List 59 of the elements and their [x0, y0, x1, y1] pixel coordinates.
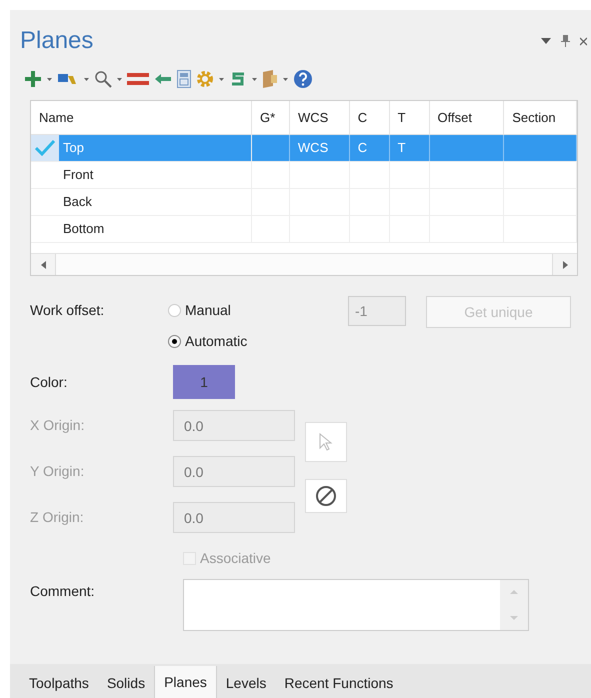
pin-icon[interactable]: [561, 35, 570, 47]
comment-field[interactable]: [183, 579, 529, 631]
right-arrow-icon: [562, 260, 568, 268]
column-header[interactable]: WCS: [290, 101, 350, 134]
radio-label: Automatic: [185, 332, 248, 351]
field-label: Comment:: [30, 582, 96, 601]
book-icon[interactable]: [262, 70, 278, 88]
tab[interactable]: Solids: [98, 668, 154, 698]
search-icon[interactable]: [94, 70, 112, 88]
caret-icon[interactable]: [47, 78, 52, 80]
column-header[interactable]: Offset: [430, 101, 504, 134]
undo-arrow-icon[interactable]: [154, 72, 172, 86]
up-arrow-icon: [510, 590, 518, 594]
table-cell[interactable]: [252, 135, 290, 161]
table-cell[interactable]: Front: [59, 162, 251, 188]
equals-icon[interactable]: [127, 72, 149, 86]
caret-icon[interactable]: [84, 78, 89, 80]
column-header[interactable]: Name: [31, 101, 252, 134]
close-icon[interactable]: [580, 36, 587, 46]
table-cell[interactable]: Bottom: [59, 216, 251, 242]
field-label: Work offset:: [30, 301, 106, 320]
scrollbar-thumb[interactable]: [55, 254, 553, 275]
tab[interactable]: Recent Functions: [275, 668, 402, 698]
caret-icon[interactable]: [252, 78, 257, 80]
table-cell[interactable]: [504, 135, 577, 161]
caret-icon[interactable]: [219, 78, 224, 80]
column-header[interactable]: Section: [504, 101, 577, 134]
help-icon[interactable]: [293, 69, 313, 89]
checkbox-label: Associative: [200, 548, 271, 568]
table-cell[interactable]: [430, 135, 504, 161]
radio-label: Manual: [185, 301, 231, 320]
down-arrow-icon: [510, 616, 518, 620]
field-label: Y Origin:: [30, 462, 86, 481]
field-label: X Origin:: [30, 416, 86, 435]
caret-icon[interactable]: [117, 78, 122, 80]
left-arrow-icon: [40, 260, 46, 268]
scrollbar[interactable]: [500, 580, 528, 630]
dropdown-icon[interactable]: [541, 38, 551, 44]
radio-button[interactable]: [168, 335, 181, 348]
cursor-icon: [319, 433, 333, 451]
caret-icon[interactable]: [283, 78, 288, 80]
prohibited-icon: [315, 485, 337, 507]
gear-icon[interactable]: [196, 70, 214, 88]
radio-button[interactable]: [168, 304, 181, 317]
refresh-icon[interactable]: [229, 70, 247, 88]
tab[interactable]: Planes: [154, 666, 217, 698]
flag-icon[interactable]: [57, 71, 79, 87]
panel-title: Planes: [20, 26, 94, 56]
tab[interactable]: Toolpaths: [20, 668, 98, 698]
column-header[interactable]: C: [350, 101, 390, 134]
tab[interactable]: Levels: [216, 668, 276, 698]
column-header[interactable]: T: [390, 101, 430, 134]
clear-button[interactable]: [305, 479, 347, 513]
add-icon[interactable]: [24, 70, 42, 88]
calculator-icon[interactable]: [177, 70, 191, 88]
column-header[interactable]: G*: [252, 101, 290, 134]
table-cell[interactable]: Back: [59, 189, 251, 215]
field-label: Color:: [30, 372, 68, 392]
field-label: Z Origin:: [30, 508, 85, 527]
